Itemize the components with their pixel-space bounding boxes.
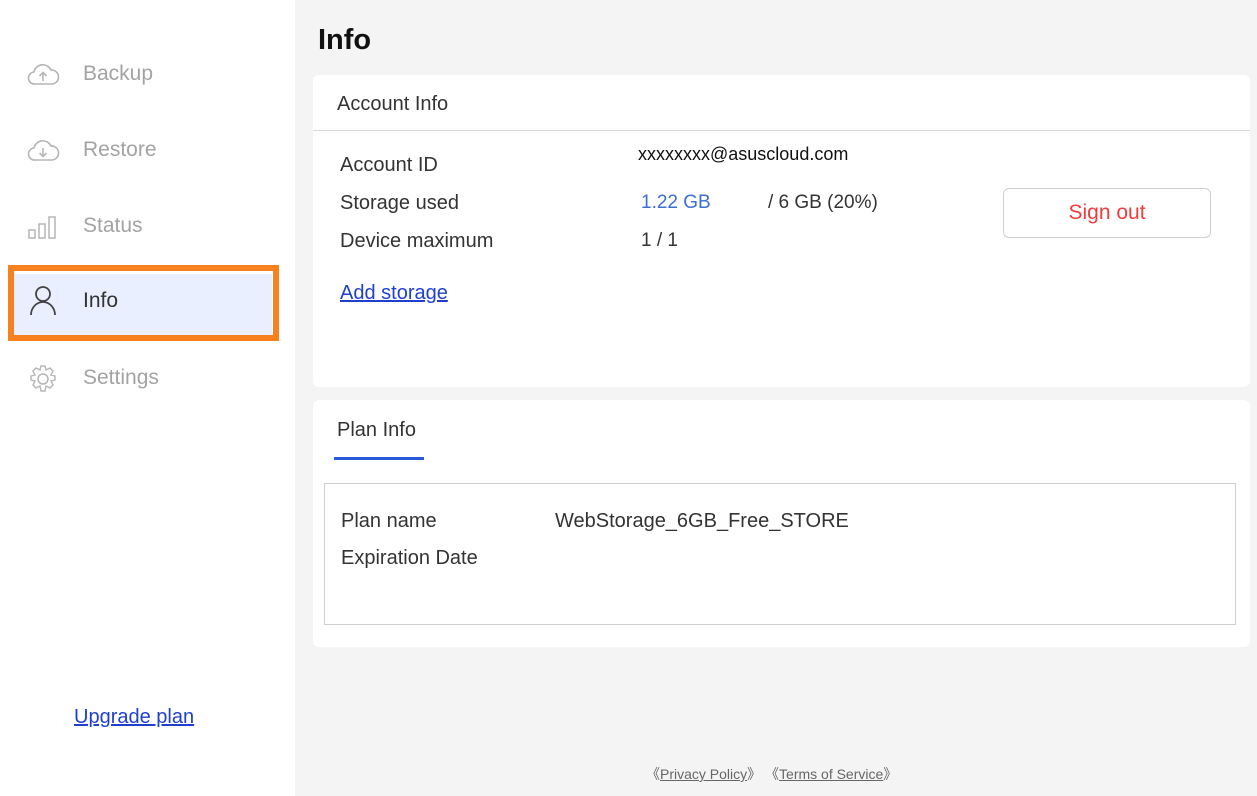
expiration-date-label: Expiration Date [341,547,478,569]
cloud-download-icon [26,137,60,165]
footer: 《Privacy Policy》 《Terms of Service》 [646,764,897,784]
plan-name-label: Plan name [341,510,437,532]
plan-name-value: WebStorage_6GB_Free_STORE [555,510,849,532]
cloud-upload-icon [26,61,60,89]
storage-used-label: Storage used [340,192,459,214]
bracket-open: 《 [646,766,660,782]
device-maximum-value: 1 / 1 [641,230,678,251]
sidebar-item-label: Status [83,214,143,237]
sidebar-item-label: Settings [83,366,159,389]
user-icon [26,286,60,316]
sidebar-item-info[interactable]: Info [0,272,295,336]
sidebar-item-label: Info [83,289,119,312]
bar-chart-icon [26,213,60,241]
bracket-open: 《 [765,766,780,782]
plan-details-box: Plan name WebStorage_6GB_Free_STORE Expi… [324,483,1236,625]
sidebar-item-restore[interactable]: Restore [0,121,295,181]
add-storage-link[interactable]: Add storage [340,282,448,305]
privacy-policy-link[interactable]: Privacy Policy [660,766,747,782]
storage-used-value: 1.22 GB [641,192,711,213]
sidebar-item-label: Restore [83,138,157,161]
gear-icon [26,365,60,393]
page-title: Info [318,24,372,56]
account-info-card: Account Info Account ID xxxxxxxx@asusclo… [313,75,1250,387]
plan-info-card: Plan Info Plan name WebStorage_6GB_Free_… [313,400,1250,647]
tab-active-indicator [334,457,424,460]
sidebar-item-status[interactable]: Status [0,197,295,257]
device-maximum-label: Device maximum [340,230,494,252]
sidebar-item-label: Backup [83,62,154,85]
account-id-value: xxxxxxxx@asuscloud.com [638,144,849,164]
sidebar-item-backup[interactable]: Backup [0,45,295,105]
sidebar-item-settings[interactable]: Settings [0,349,295,409]
tab-plan-info[interactable]: Plan Info [337,419,416,442]
account-id-label: Account ID [340,154,438,176]
account-info-header: Account Info [337,93,449,115]
storage-total-value: / 6 GB (20%) [768,192,878,213]
sign-out-button[interactable]: Sign out [1003,188,1211,238]
divider [313,130,1250,131]
upgrade-plan-link[interactable]: Upgrade plan [74,706,194,729]
sidebar: Backup Restore Status Info Settings Upgr… [0,0,295,796]
bracket-close: 》 [747,766,762,782]
bracket-close: 》 [883,766,898,782]
terms-of-service-link[interactable]: Terms of Service [779,766,883,782]
